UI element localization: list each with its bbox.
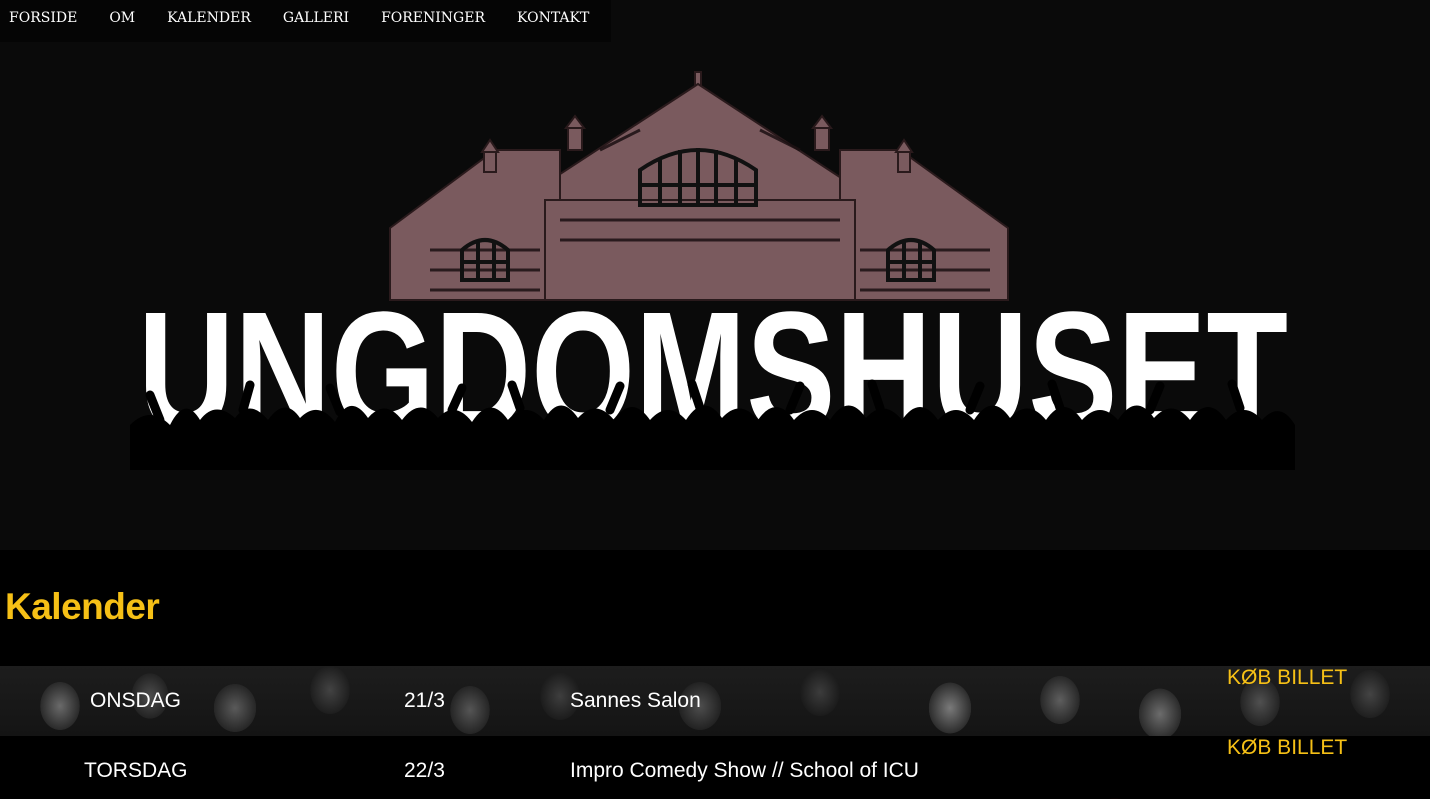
nav-item-forside[interactable]: FORSIDE [0,0,93,37]
nav-item-kontakt[interactable]: KONTAKT [501,0,605,37]
hero-banner: UNGDOMSHUSET [0,0,1430,550]
buy-ticket-link[interactable]: KØB BILLET [1227,736,1347,760]
event-title[interactable]: Impro Comedy Show // School of ICU [570,759,919,783]
nav-item-foreninger[interactable]: FORENINGER [365,0,501,37]
event-list: ONSDAG 21/3 Sannes Salon KØB BILLET TORS… [0,666,1430,799]
nav-item-om[interactable]: OM [93,0,151,37]
event-title[interactable]: Sannes Salon [570,689,701,713]
event-date: 22/3 [404,759,445,782]
event-row: ONSDAG 21/3 Sannes Salon KØB BILLET [0,666,1430,736]
event-day: TORSDAG [84,759,188,782]
calendar-heading: Kalender [5,586,160,627]
event-day: ONSDAG [90,689,182,712]
event-date: 21/3 [404,689,445,712]
site-logo: UNGDOMSHUSET [130,71,1295,470]
buy-ticket-link[interactable]: KØB BILLET [1227,666,1347,690]
event-row: TORSDAG 22/3 Impro Comedy Show // School… [0,736,1430,799]
nav-item-kalender[interactable]: KALENDER [151,0,267,37]
main-navigation: FORSIDE OM KALENDER GALLERI FORENINGER K… [0,0,611,42]
nav-item-galleri[interactable]: GALLERI [267,0,365,37]
